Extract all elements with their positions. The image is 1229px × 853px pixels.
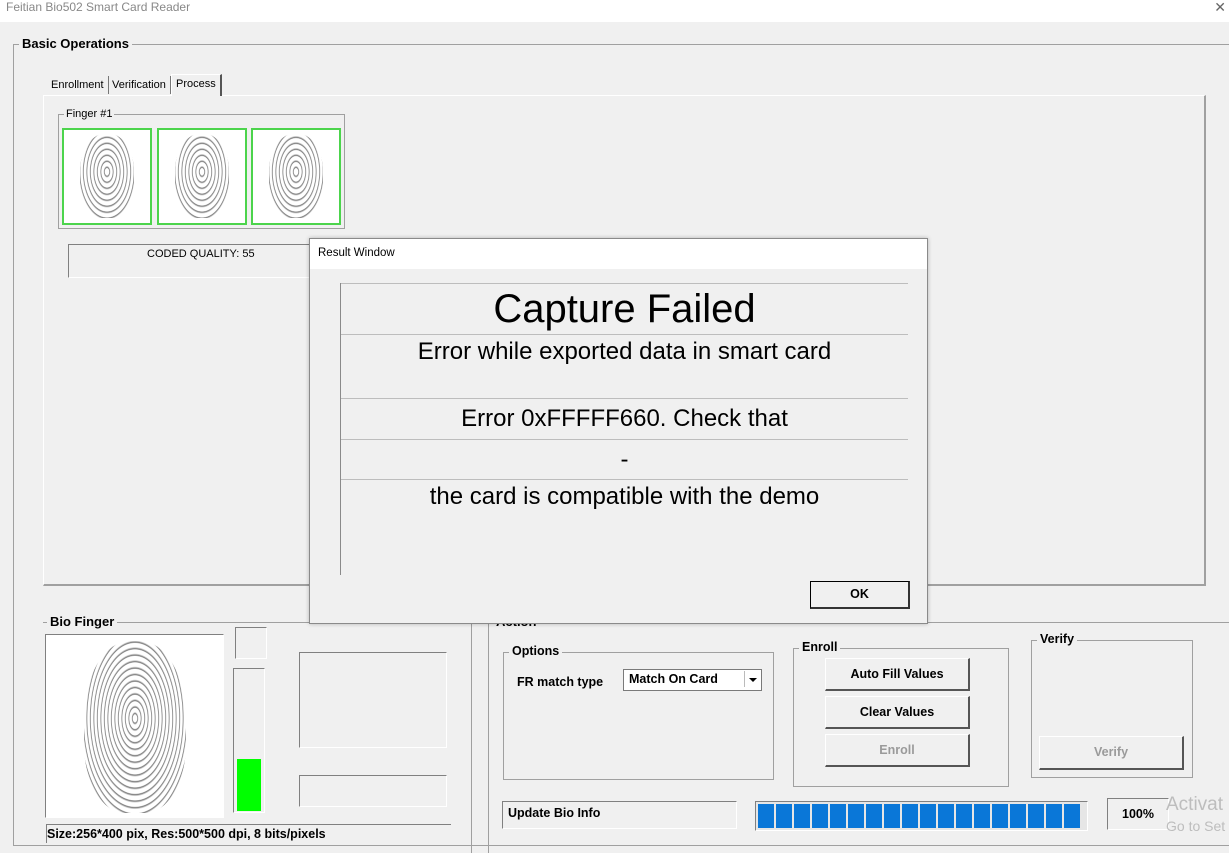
progress-segment <box>794 804 810 828</box>
fr-match-type-select[interactable]: Match On Card <box>623 669 762 691</box>
activation-watermark-line1: Activat <box>1166 794 1224 815</box>
tab-verification[interactable]: Verification <box>108 76 171 94</box>
progress-segment <box>992 804 1008 828</box>
progress-segment <box>812 804 828 828</box>
indicator-box <box>235 627 267 659</box>
bio-finger-label: Bio Finger <box>47 614 118 629</box>
bio-finger-image <box>45 634 224 818</box>
verify-label: Verify <box>1037 632 1078 646</box>
ok-button[interactable]: OK <box>810 581 910 609</box>
dialog-headline: Capture Failed <box>341 283 908 334</box>
auto-fill-values-button[interactable]: Auto Fill Values <box>825 658 970 691</box>
progress-segment <box>866 804 882 828</box>
progress-bar <box>755 801 1088 831</box>
result-dialog: Result Window Capture Failed Error while… <box>309 238 928 624</box>
verify-button[interactable]: Verify <box>1039 736 1184 770</box>
level-meter <box>233 668 265 813</box>
coded-quality-box: CODED QUALITY: 55 <box>68 244 330 278</box>
fingerprint-thumbnail-2 <box>157 128 247 225</box>
info-box-2 <box>299 775 447 807</box>
close-icon[interactable]: ✕ <box>1214 0 1226 16</box>
fingerprint-thumbnail-3 <box>251 128 341 225</box>
bio-finger-size-info: Size:256*400 pix, Res:500*500 dpi, 8 bit… <box>46 824 451 843</box>
status-box: Update Bio Info <box>502 801 737 829</box>
enroll-button[interactable]: Enroll <box>825 734 970 767</box>
enroll-label: Enroll <box>799 640 841 654</box>
dialog-line-3: - <box>341 439 908 480</box>
progress-segment <box>902 804 918 828</box>
dialog-line-2: Error 0xFFFFF660. Check that <box>341 398 908 440</box>
activation-watermark-line2: Go to Set <box>1166 818 1226 834</box>
title-bar: Feitian Bio502 Smart Card Reader ✕ <box>0 0 1229 22</box>
dialog-title-bar: Result Window <box>310 239 927 269</box>
progress-percent-box: 100% <box>1107 798 1169 830</box>
progress-segment <box>758 804 774 828</box>
level-meter-fill <box>237 759 261 811</box>
dialog-line-4: the card is compatible with the demo <box>341 479 908 576</box>
progress-segment <box>1010 804 1026 828</box>
progress-segment <box>1064 804 1080 828</box>
progress-segment <box>956 804 972 828</box>
fingerprint-thumbnail-1 <box>62 128 152 225</box>
dialog-title: Result Window <box>318 247 395 259</box>
basic-operations-label: Basic Operations <box>19 36 132 51</box>
progress-segment <box>848 804 864 828</box>
progress-segment <box>974 804 990 828</box>
dialog-line-1: Error while exported data in smart card <box>341 334 908 399</box>
tab-process[interactable]: Process <box>171 74 222 96</box>
window-title: Feitian Bio502 Smart Card Reader <box>6 0 191 14</box>
progress-segment <box>1028 804 1044 828</box>
info-box-1 <box>299 652 447 748</box>
tab-enrollment[interactable]: Enrollment <box>47 76 109 94</box>
status-text: Update Bio Info <box>508 806 601 820</box>
progress-segment <box>776 804 792 828</box>
progress-percent: 100% <box>1122 807 1154 821</box>
options-label: Options <box>509 644 563 658</box>
fr-match-type-value: Match On Card <box>629 672 718 686</box>
progress-segment <box>830 804 846 828</box>
progress-segment <box>884 804 900 828</box>
progress-segment <box>938 804 954 828</box>
fr-match-type-label: FR match type <box>517 675 604 689</box>
chevron-down-icon[interactable] <box>744 671 760 687</box>
clear-values-button[interactable]: Clear Values <box>825 696 970 729</box>
coded-quality-text: CODED QUALITY: 55 <box>147 248 255 260</box>
progress-segment <box>1046 804 1062 828</box>
progress-segment <box>920 804 936 828</box>
finger-group-label: Finger #1 <box>64 108 115 120</box>
